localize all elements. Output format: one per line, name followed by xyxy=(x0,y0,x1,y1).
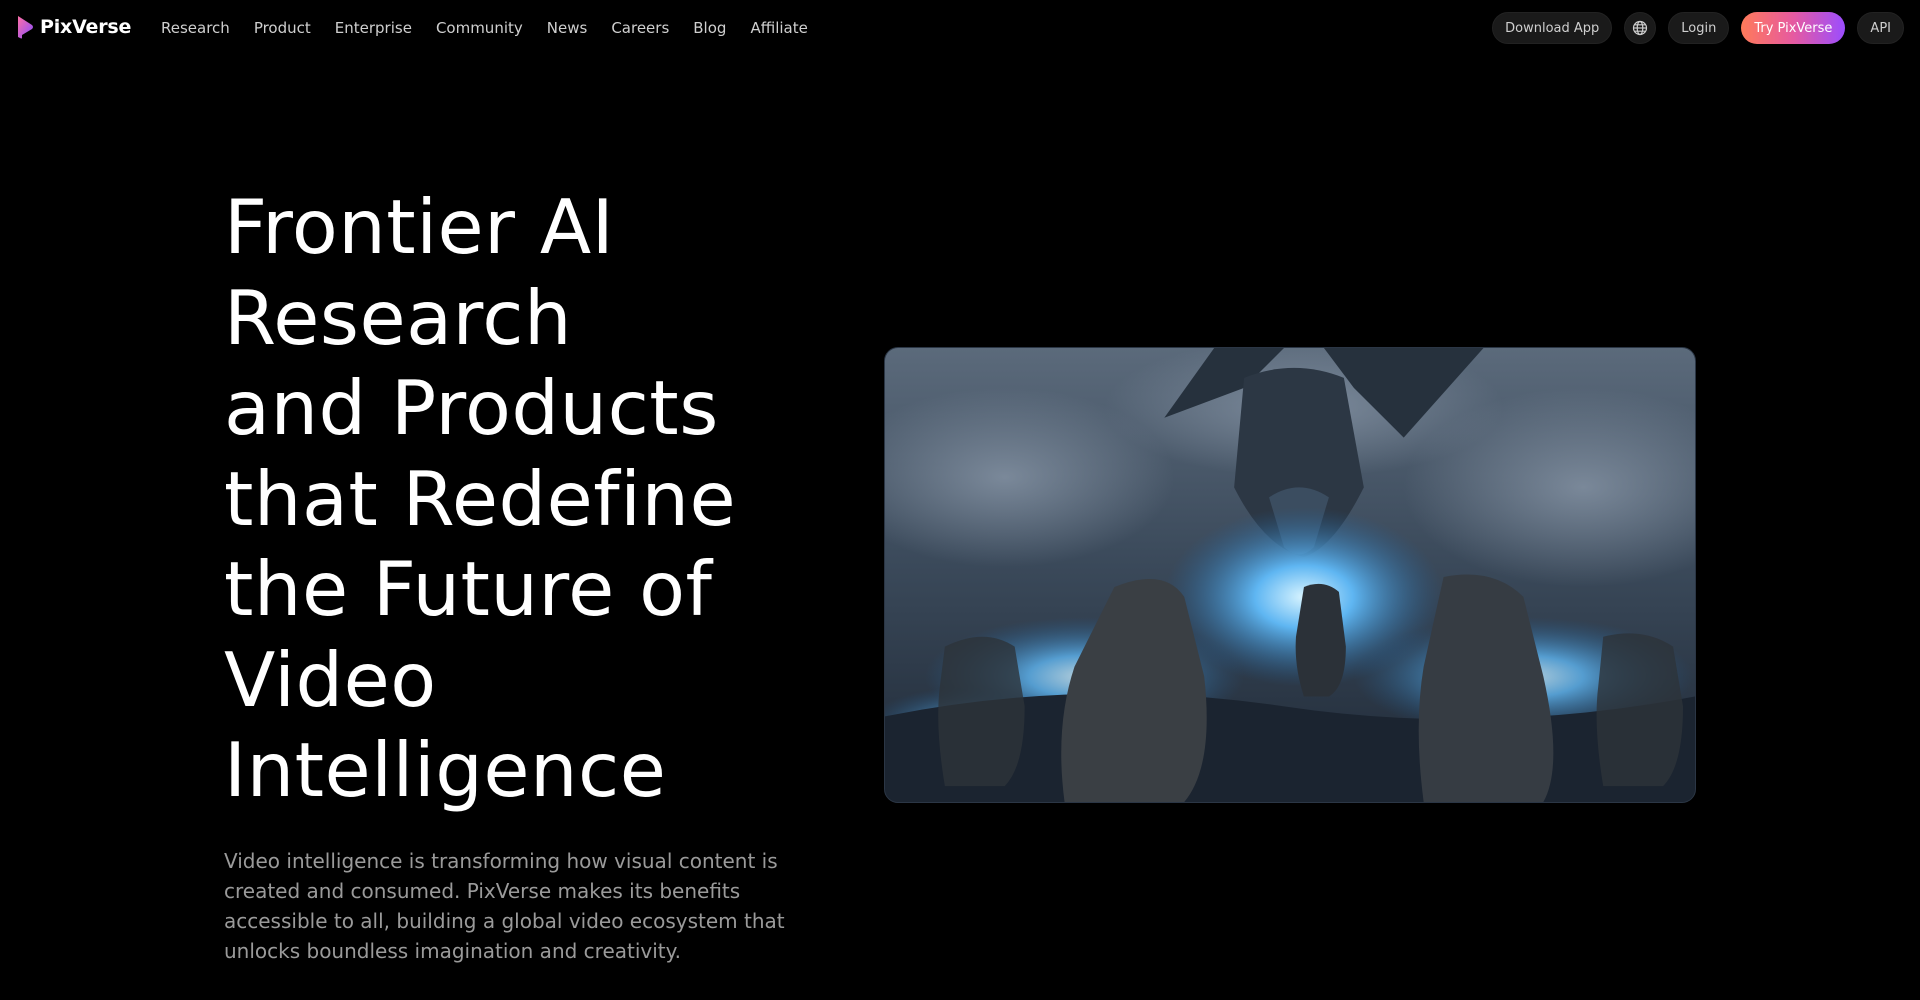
brand-name: PixVerse xyxy=(40,16,132,38)
hero-description-line: created and consumed. PixVerse makes its… xyxy=(224,879,741,903)
top-navigation: PixVerse Research Product Enterprise Com… xyxy=(0,0,1920,56)
menu-item-enterprise[interactable]: Enterprise xyxy=(335,19,412,37)
menu-item-affiliate[interactable]: Affiliate xyxy=(750,19,807,37)
menu-item-careers[interactable]: Careers xyxy=(611,19,669,37)
language-button[interactable] xyxy=(1624,12,1657,44)
globe-icon xyxy=(1633,20,1648,36)
main-menu: Research Product Enterprise Community Ne… xyxy=(161,0,808,56)
hero-title-line: Intelligence xyxy=(224,726,667,814)
nav-actions: Download App Login Try PixVerse API xyxy=(1492,12,1904,44)
menu-item-research[interactable]: Research xyxy=(161,19,230,37)
download-app-button[interactable]: Download App xyxy=(1492,12,1613,44)
hero-title-line: Video xyxy=(224,635,437,724)
login-button[interactable]: Login xyxy=(1668,12,1730,44)
hero-title-line: and Products xyxy=(224,364,719,452)
hero-video[interactable] xyxy=(884,347,1696,803)
hero-title: Frontier AI Research and Products that R… xyxy=(224,182,924,816)
try-pixverse-button[interactable]: Try PixVerse xyxy=(1741,12,1846,44)
hero-description-line: accessible to all, building a global vid… xyxy=(224,909,785,933)
hero-title-line: the Future of xyxy=(224,545,713,633)
menu-item-news[interactable]: News xyxy=(547,19,588,37)
menu-item-product[interactable]: Product xyxy=(254,19,311,37)
hero-description-line: Video intelligence is transforming how v… xyxy=(224,849,778,873)
hero-description-line: unlocks boundless imagination and creati… xyxy=(224,939,681,963)
menu-item-blog[interactable]: Blog xyxy=(693,19,726,37)
pixverse-logo-icon xyxy=(18,16,33,39)
hero-description: Video intelligence is transforming how v… xyxy=(224,846,804,966)
hero-video-frame xyxy=(885,348,1695,802)
api-button[interactable]: API xyxy=(1857,12,1904,44)
menu-item-community[interactable]: Community xyxy=(436,19,523,37)
brand-logo[interactable]: PixVerse xyxy=(16,15,131,39)
hero-title-line: that Redefine xyxy=(224,454,737,543)
hero-title-line: Frontier AI xyxy=(224,183,615,271)
hero-title-line: Research xyxy=(224,273,573,362)
